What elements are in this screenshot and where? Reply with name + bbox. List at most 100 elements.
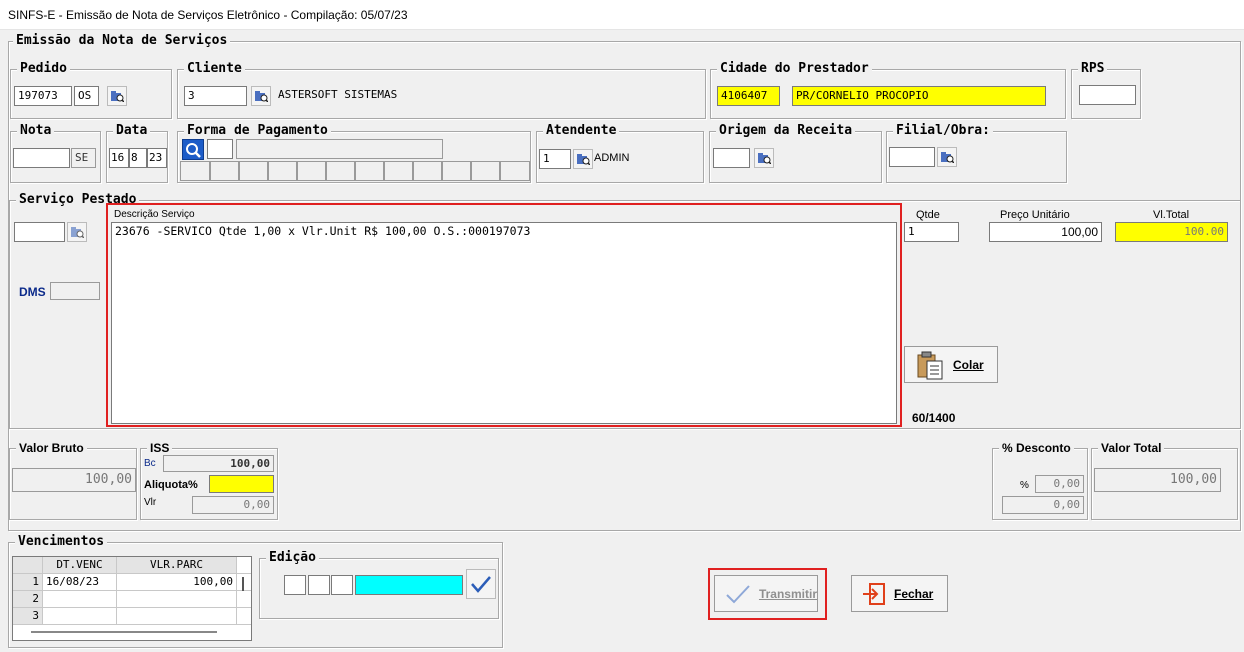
desconto-value-input[interactable]: 0,00 <box>1002 496 1084 514</box>
iss-bc-input[interactable]: 100,00 <box>163 455 274 472</box>
nota-group: Nota SE <box>10 123 101 183</box>
atendente-label: Atendente <box>543 123 620 139</box>
edicao-confirm-button[interactable] <box>466 569 496 599</box>
nota-serie-input[interactable]: SE <box>71 148 96 168</box>
preco-input[interactable]: 100,00 <box>989 222 1102 242</box>
edicao-field-1[interactable] <box>284 575 306 595</box>
parcela-cell[interactable] <box>500 161 530 181</box>
data-month-input[interactable]: 8 <box>129 148 147 168</box>
parcela-cell[interactable] <box>268 161 297 181</box>
origem-receita-input[interactable] <box>713 148 750 168</box>
parcela-cell[interactable] <box>239 161 268 181</box>
fechar-button[interactable]: Fechar <box>851 575 948 612</box>
table-header: DT.VENC VLR.PARC <box>13 557 251 574</box>
origem-receita-lookup-button[interactable] <box>754 148 774 168</box>
data-label: Data <box>113 123 151 139</box>
forma-pagamento-desc-input[interactable] <box>236 139 443 159</box>
iss-group: ISS Bc 100,00 Aliquota% Vlr 0,00 <box>140 440 278 520</box>
servico-lookup-button[interactable] <box>67 222 87 242</box>
dms-input[interactable] <box>50 282 100 300</box>
vencimentos-table[interactable]: DT.VENC VLR.PARC 1 16/08/23 100,00 2 3 <box>12 556 252 641</box>
parcela-cell[interactable] <box>326 161 355 181</box>
valor-bruto-input[interactable]: 100,00 <box>12 468 136 492</box>
parcela-cell[interactable] <box>413 161 442 181</box>
atendente-code-input[interactable]: 1 <box>539 149 571 169</box>
vertical-scrollbar[interactable] <box>242 577 244 591</box>
cliente-code-input[interactable]: 3 <box>184 86 247 106</box>
folder-search-icon <box>255 91 268 102</box>
total-input[interactable]: 100.00 <box>1115 222 1228 242</box>
valor-total-group: Valor Total 100,00 <box>1091 440 1238 520</box>
folder-search-icon <box>941 152 954 163</box>
desconto-pct-label: % <box>1020 480 1029 491</box>
parcela-cell[interactable] <box>355 161 384 181</box>
cliente-group: Cliente 3 ASTERSOFT SISTEMAS <box>177 61 706 119</box>
desconto-group: % Desconto % 0,00 0,00 <box>992 440 1088 520</box>
edicao-label: Edição <box>266 550 319 566</box>
cliente-lookup-button[interactable] <box>251 86 271 106</box>
col-dt-venc[interactable]: DT.VENC <box>43 557 117 573</box>
forma-pagamento-code-input[interactable] <box>207 139 233 159</box>
atendente-lookup-button[interactable] <box>573 149 593 169</box>
valor-total-input[interactable]: 100,00 <box>1094 468 1221 492</box>
parcela-cell[interactable] <box>210 161 239 181</box>
valor-bruto-group: Valor Bruto 100,00 <box>9 440 137 520</box>
edicao-field-3[interactable] <box>331 575 353 595</box>
cidade-group: Cidade do Prestador 4106407 PR/CORNELIO … <box>710 61 1066 119</box>
nota-number-input[interactable] <box>13 148 70 168</box>
forma-pagamento-search-button[interactable] <box>182 139 204 160</box>
pedido-number-input[interactable]: 197073 <box>14 86 72 106</box>
qtde-input[interactable]: 1 <box>904 222 959 242</box>
filial-obra-lookup-button[interactable] <box>937 147 957 167</box>
pedido-lookup-button[interactable] <box>107 86 127 106</box>
servico-code-input[interactable] <box>14 222 65 242</box>
colar-button[interactable]: Colar <box>904 346 998 383</box>
vencimentos-group: Vencimentos DT.VENC VLR.PARC 1 16/08/23 … <box>8 534 503 648</box>
folder-search-icon <box>71 227 84 238</box>
colar-label: Colar <box>953 357 984 372</box>
table-row[interactable]: 3 <box>13 608 251 625</box>
data-day-input[interactable]: 16 <box>109 148 129 168</box>
edicao-group: Edição <box>259 550 499 619</box>
iss-bc-label: Bc <box>144 458 156 469</box>
iss-label: ISS <box>147 440 173 456</box>
filial-obra-label: Filial/Obra: <box>893 123 993 139</box>
pedido-type-input[interactable]: OS <box>74 86 99 106</box>
total-label: Vl.Total <box>1153 209 1190 221</box>
parcela-cell[interactable] <box>442 161 471 181</box>
iss-vlr-input[interactable]: 0,00 <box>192 496 274 514</box>
dms-label: DMS <box>19 285 46 299</box>
origem-receita-label: Origem da Receita <box>716 123 856 139</box>
iss-aliquota-input[interactable] <box>209 475 274 493</box>
horizontal-scrollbar[interactable] <box>31 631 217 633</box>
parcela-cell[interactable] <box>297 161 326 181</box>
table-row[interactable]: 2 <box>13 591 251 608</box>
parcela-cell[interactable] <box>180 161 210 181</box>
folder-search-icon <box>111 91 124 102</box>
filial-obra-input[interactable] <box>889 147 935 167</box>
cidade-name-input[interactable]: PR/CORNELIO PROCOPIO <box>792 86 1046 106</box>
folder-search-icon <box>758 153 771 164</box>
col-vlr-parc[interactable]: VLR.PARC <box>117 557 237 573</box>
qtde-label: Qtde <box>916 209 940 221</box>
desconto-label: % Desconto <box>999 440 1074 456</box>
preco-label: Preço Unitário <box>1000 209 1070 221</box>
table-row[interactable]: 1 16/08/23 100,00 <box>13 574 251 591</box>
data-year-input[interactable]: 23 <box>147 148 167 168</box>
edicao-field-4[interactable] <box>355 575 463 595</box>
edicao-field-2[interactable] <box>308 575 330 595</box>
search-icon <box>186 142 201 158</box>
desconto-pct-input[interactable]: 0,00 <box>1035 475 1084 493</box>
atendente-group: Atendente 1 ADMIN <box>536 123 704 183</box>
window-titlebar: SINFS-E - Emissão de Nota de Serviços El… <box>0 0 1244 30</box>
filial-obra-group: Filial/Obra: <box>886 123 1067 183</box>
valor-total-label: Valor Total <box>1098 440 1165 456</box>
atendente-name: ADMIN <box>594 152 630 164</box>
cidade-code-input[interactable]: 4106407 <box>717 86 780 106</box>
rps-input[interactable] <box>1079 85 1136 105</box>
origem-receita-group: Origem da Receita <box>709 123 882 183</box>
cliente-label: Cliente <box>184 61 245 77</box>
parcela-cell[interactable] <box>471 161 500 181</box>
pedido-group: Pedido 197073 OS <box>10 61 172 119</box>
parcela-cell[interactable] <box>384 161 413 181</box>
